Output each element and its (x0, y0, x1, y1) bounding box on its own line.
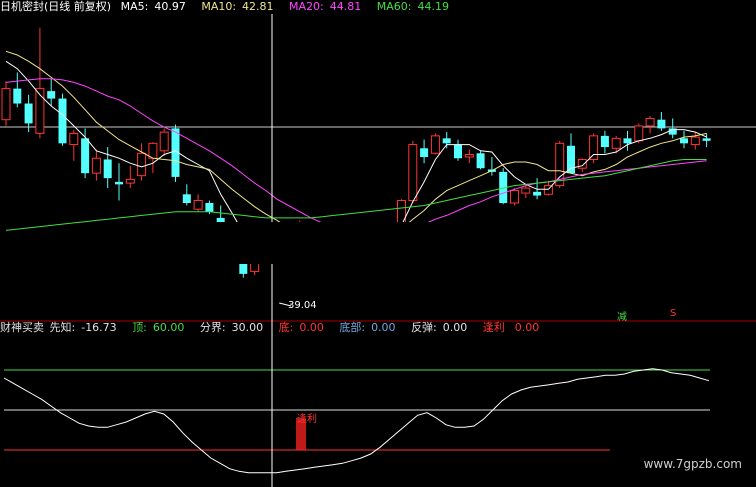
candle-down (205, 203, 214, 212)
candle-down (13, 88, 22, 104)
legend-di-value: 0.00 (299, 321, 324, 334)
indicator-name: 财神买卖 (0, 321, 44, 334)
candle-down (680, 138, 688, 144)
legend-nili-label: 逢利 (482, 321, 505, 334)
candle-up (193, 200, 203, 210)
candle-down (476, 153, 485, 169)
candle-up (1, 88, 11, 121)
candle-up (125, 178, 135, 184)
candle-up (521, 187, 531, 194)
legend-ding-value: 60.00 (152, 321, 185, 334)
legend-dibu-label: 底部: (339, 321, 366, 334)
candle-down (47, 91, 56, 99)
legend-fenjie-label: 分界: (199, 321, 226, 334)
candle-up (408, 144, 418, 202)
candle-down (58, 98, 67, 144)
ma60-legend-label: MA60: (376, 0, 412, 13)
ma60-legend: MA60: 44.19 (377, 0, 455, 13)
legend-xianzhi: 先知: -16.73 (50, 321, 123, 334)
candle-down (442, 138, 451, 144)
ma20-legend: MA20: 44.81 (289, 0, 367, 13)
ma10-legend: MA10: 42.81 (201, 0, 279, 13)
candle-up (577, 158, 587, 169)
legend-xianzhi-value: -16.73 (81, 321, 117, 334)
legend-fenjie-value: 30.00 (231, 321, 264, 334)
legend-di: 底: 0.00 (279, 321, 330, 334)
redacted-block-middle (191, 222, 564, 264)
candle-down (567, 145, 575, 174)
chart-title: 日机密封(日线 前复权) (0, 0, 112, 13)
ma5-legend-label: MA5: (120, 0, 149, 13)
candle-down (24, 103, 33, 124)
candle-down (533, 191, 542, 196)
low-price-label: 39.04 (288, 300, 317, 311)
candle-up (510, 190, 519, 204)
ma5-legend-value: 40.97 (154, 0, 186, 13)
indicator-line (3, 368, 710, 474)
candle-down (239, 262, 248, 274)
candle-up (634, 125, 644, 142)
signal-nili-marker: 逢利 (297, 414, 317, 425)
watermark: www.7gpzb.com (643, 457, 742, 471)
ma10-legend-value: 42.81 (242, 0, 274, 13)
candle-down (454, 144, 462, 159)
indicator-legend: 财神买卖 先知: -16.73 顶: 60.00 分界: 30.00 底: 0.00 底… (0, 321, 551, 335)
candle-up (645, 117, 655, 127)
legend-xianzhi-label: 先知: (49, 321, 76, 334)
candle-up (148, 142, 158, 159)
candle-up (589, 135, 599, 160)
candle-up (690, 136, 700, 146)
signal-s-marker: S (670, 308, 677, 319)
legend-nili: 逢利 0.00 (483, 321, 546, 334)
main-legend: 日机密封(日线 前复权) MA5: 40.97 MA10: 42.81 MA20: 4… (0, 0, 461, 14)
legend-fantan-value: 0.00 (442, 321, 468, 334)
candle-up (69, 132, 79, 146)
candle-up (159, 131, 169, 152)
candle-up (611, 137, 621, 149)
legend-dibu-value: 0.00 (371, 321, 396, 334)
candle-down (702, 138, 711, 141)
candle-up (464, 154, 474, 158)
ma10-legend-label: MA10: (201, 0, 237, 13)
ma20-legend-value: 44.81 (329, 0, 362, 13)
legend-fenjie: 分界: 30.00 (200, 321, 269, 334)
legend-fantan: 反弹: 0.00 (411, 321, 473, 334)
candle-down (81, 138, 90, 174)
candle-down (115, 181, 123, 185)
redacted-block-top-right (427, 12, 756, 112)
signal-jian-marker: 减 (617, 312, 627, 323)
candle-up (430, 135, 440, 154)
legend-ding-label: 顶: (132, 321, 147, 334)
candle-down (623, 138, 632, 144)
legend-di-label: 底: (278, 321, 294, 334)
indicator-panel-lines (3, 368, 710, 474)
legend-fantan-label: 反弹: (411, 321, 437, 334)
candle-up (137, 152, 147, 177)
ma5-legend: MA5: 40.97 (121, 0, 192, 13)
candle-down (182, 194, 191, 204)
ma20-legend-label: MA20: (289, 0, 324, 13)
legend-dibu: 底部: 0.00 (339, 321, 401, 334)
legend-nili-value: 0.00 (514, 321, 540, 334)
candle-down (600, 135, 609, 148)
candle-down (657, 119, 666, 129)
candle-down (103, 159, 112, 179)
ma60-legend-value: 44.19 (417, 0, 449, 13)
candle-up (91, 157, 101, 174)
candle-down (420, 148, 429, 157)
legend-ding: 顶: 60.00 (132, 321, 190, 334)
